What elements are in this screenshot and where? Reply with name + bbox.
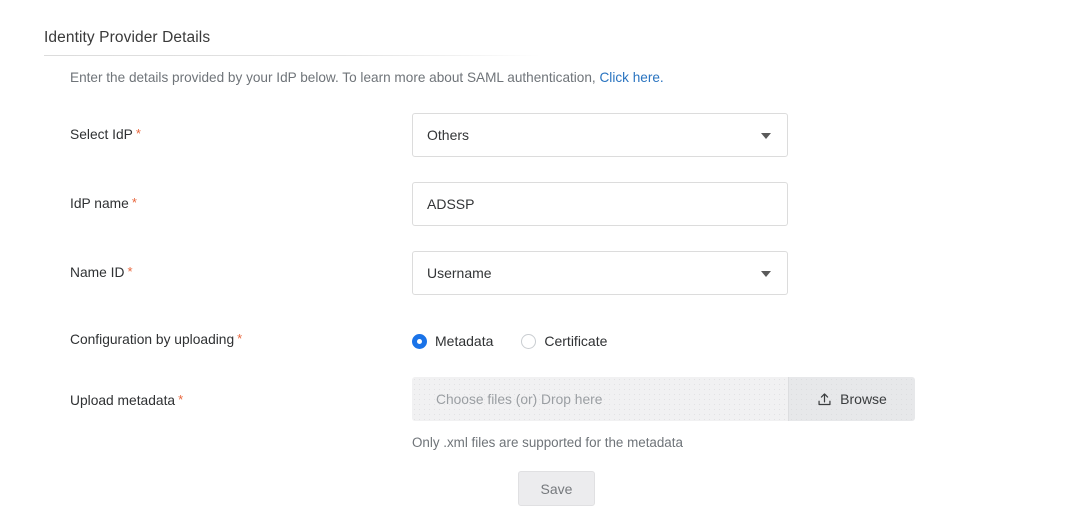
- control-configuration-by-uploading: Metadata Certificate: [412, 315, 1075, 349]
- radio-label-certificate: Certificate: [544, 333, 608, 349]
- radio-option-certificate[interactable]: Certificate: [521, 333, 607, 349]
- control-select-idp: Others: [412, 108, 1075, 157]
- control-idp-name: [412, 177, 1075, 226]
- file-drop-placeholder: Choose files (or) Drop here: [436, 391, 603, 407]
- label-configuration-by-uploading: Configuration by uploading *: [0, 315, 412, 350]
- idp-name-input-wrapper[interactable]: [412, 182, 788, 226]
- label-select-idp-text: Select IdP: [70, 127, 133, 142]
- page-title: Identity Provider Details: [44, 29, 211, 46]
- name-id-dropdown[interactable]: Username: [412, 251, 788, 295]
- control-name-id: Username: [412, 246, 1075, 295]
- form-footer: Save: [0, 471, 1075, 506]
- upload-icon: [817, 392, 832, 407]
- label-select-idp: Select IdP *: [0, 108, 412, 145]
- label-name-id: Name ID *: [0, 246, 412, 283]
- form-row-upload-metadata: Upload metadata * Choose files (or) Drop …: [0, 372, 1075, 452]
- upload-hint-text: Only .xml files are supported for the me…: [412, 435, 683, 450]
- browse-button[interactable]: Browse: [788, 377, 915, 421]
- form-row-configuration-by-uploading: Configuration by uploading * Metadata Cer…: [0, 315, 1075, 372]
- radio-selected-icon: [412, 333, 427, 349]
- save-button[interactable]: Save: [518, 471, 595, 506]
- select-idp-dropdown[interactable]: Others: [412, 113, 788, 157]
- select-idp-value: Others: [427, 127, 470, 143]
- configuration-radio-group: Metadata Certificate: [412, 320, 1075, 349]
- required-asterisk: *: [237, 331, 243, 346]
- radio-option-metadata[interactable]: Metadata: [412, 333, 493, 349]
- label-upload-metadata: Upload metadata *: [0, 372, 412, 411]
- browse-button-label: Browse: [840, 391, 887, 407]
- learn-more-link[interactable]: Click here.: [599, 70, 663, 85]
- radio-unselected-icon: [521, 333, 537, 349]
- label-configuration-by-uploading-text: Configuration by uploading: [70, 332, 235, 347]
- identity-provider-form: Select IdP* Others IdP name* Name ID* Us…: [0, 108, 1075, 452]
- label-idp-name: IdP name *: [0, 177, 412, 214]
- name-id-value: Username: [427, 265, 492, 281]
- required-asterisk: *: [131, 195, 137, 210]
- description-text: Enter the details provided by your IdP b…: [70, 70, 600, 85]
- section-description: Enter the details provided by your IdP b…: [70, 68, 664, 88]
- form-row-idp-name: IdP name *: [0, 177, 1075, 246]
- control-upload-metadata: Choose files (or) Drop here Browse Only …: [412, 372, 1075, 452]
- chevron-down-icon: [761, 271, 771, 277]
- label-upload-metadata-text: Upload metadata: [70, 393, 176, 408]
- header-divider: [44, 55, 540, 56]
- required-asterisk: *: [135, 126, 141, 141]
- file-drop-zone[interactable]: Choose files (or) Drop here: [412, 377, 788, 421]
- file-upload-row: Choose files (or) Drop here Browse: [412, 377, 915, 421]
- radio-label-metadata: Metadata: [435, 333, 494, 349]
- idp-name-input[interactable]: [427, 196, 773, 212]
- form-row-name-id: Name ID * Username: [0, 246, 1075, 315]
- label-name-id-text: Name ID: [70, 265, 125, 280]
- label-idp-name-text: IdP name: [70, 196, 129, 211]
- section-header: Identity Provider Details: [44, 28, 544, 56]
- chevron-down-icon: [761, 133, 771, 139]
- required-asterisk: *: [178, 392, 184, 407]
- form-row-select-idp: Select IdP * Others: [0, 108, 1075, 177]
- required-asterisk: *: [127, 264, 133, 279]
